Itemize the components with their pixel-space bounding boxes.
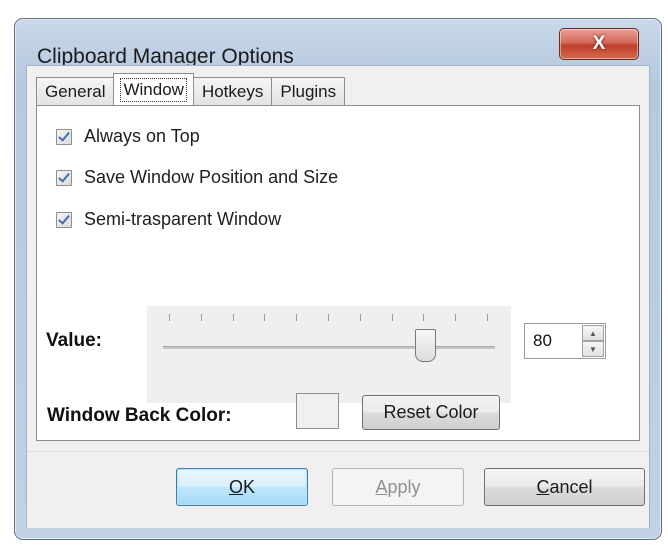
close-button[interactable]: X [559,28,639,60]
slider-tick [455,314,457,321]
transparency-slider[interactable] [147,306,511,403]
slider-tick [296,314,298,321]
slider-tick [328,314,329,321]
tab-general[interactable]: General [36,77,115,105]
close-icon: X [592,33,606,54]
slider-tick [200,314,202,321]
tab-window[interactable]: Window [113,73,194,105]
slider-tick [264,314,266,321]
apply-label-rest: pply [387,476,421,497]
ok-mnemonic: O [228,476,243,497]
semi-transparent-checkbox[interactable] [56,211,72,228]
semi-transparent-option[interactable]: Semi-trasparent Window [56,209,281,230]
always-on-top-checkbox[interactable] [56,128,72,145]
back-color-swatch[interactable] [296,393,339,429]
tab-label: General [45,81,106,101]
slider-tick [169,314,170,321]
spinner-buttons: ▲ ▼ [582,325,604,357]
slider-ticks [169,314,488,324]
apply-mnemonic: A [375,476,388,497]
back-color-label: Window Back Color: [47,405,232,426]
tab-label: Window [120,77,187,102]
cancel-button[interactable]: Cancel [484,468,645,506]
tab-plugins[interactable]: Plugins [271,77,346,105]
slider-track [163,346,495,349]
apply-button[interactable]: Apply [332,468,464,506]
save-position-option[interactable]: Save Window Position and Size [56,167,338,188]
tab-label: Plugins [280,81,337,101]
value-spinner[interactable]: 80 ▲ ▼ [524,323,606,359]
save-position-label: Save Window Position and Size [84,167,339,187]
tab-label: Hotkeys [201,81,264,101]
ok-label-rest: K [243,476,256,497]
window-tab-panel: Always on Top Save Window Position and S… [36,105,640,441]
value-label: Value: [46,330,102,351]
spinner-up-icon[interactable]: ▲ [582,325,604,341]
slider-tick [423,314,425,321]
ok-button[interactable]: OK [176,468,308,506]
slider-tick [487,314,488,321]
slider-thumb[interactable] [415,329,437,362]
tab-hotkeys[interactable]: Hotkeys [192,77,273,105]
slider-tick [391,314,393,321]
spinner-down-icon[interactable]: ▼ [582,341,604,357]
options-dialog-window: Clipboard Manager Options X General Wind… [14,18,662,540]
always-on-top-option[interactable]: Always on Top [56,126,200,147]
reset-color-button[interactable]: Reset Color [362,395,500,430]
value-spinner-text[interactable]: 80 [533,331,552,351]
slider-tick [359,314,361,321]
semi-transparent-label: Semi-trasparent Window [84,209,282,229]
cancel-label-rest: ancel [549,476,593,497]
save-position-checkbox[interactable] [56,169,72,186]
dialog-client-area: General Window Hotkeys Plugins Always on… [26,65,650,528]
always-on-top-label: Always on Top [84,126,200,146]
cancel-mnemonic: C [536,476,550,497]
tab-strip: General Window Hotkeys Plugins [36,73,346,105]
slider-tick [232,314,234,321]
